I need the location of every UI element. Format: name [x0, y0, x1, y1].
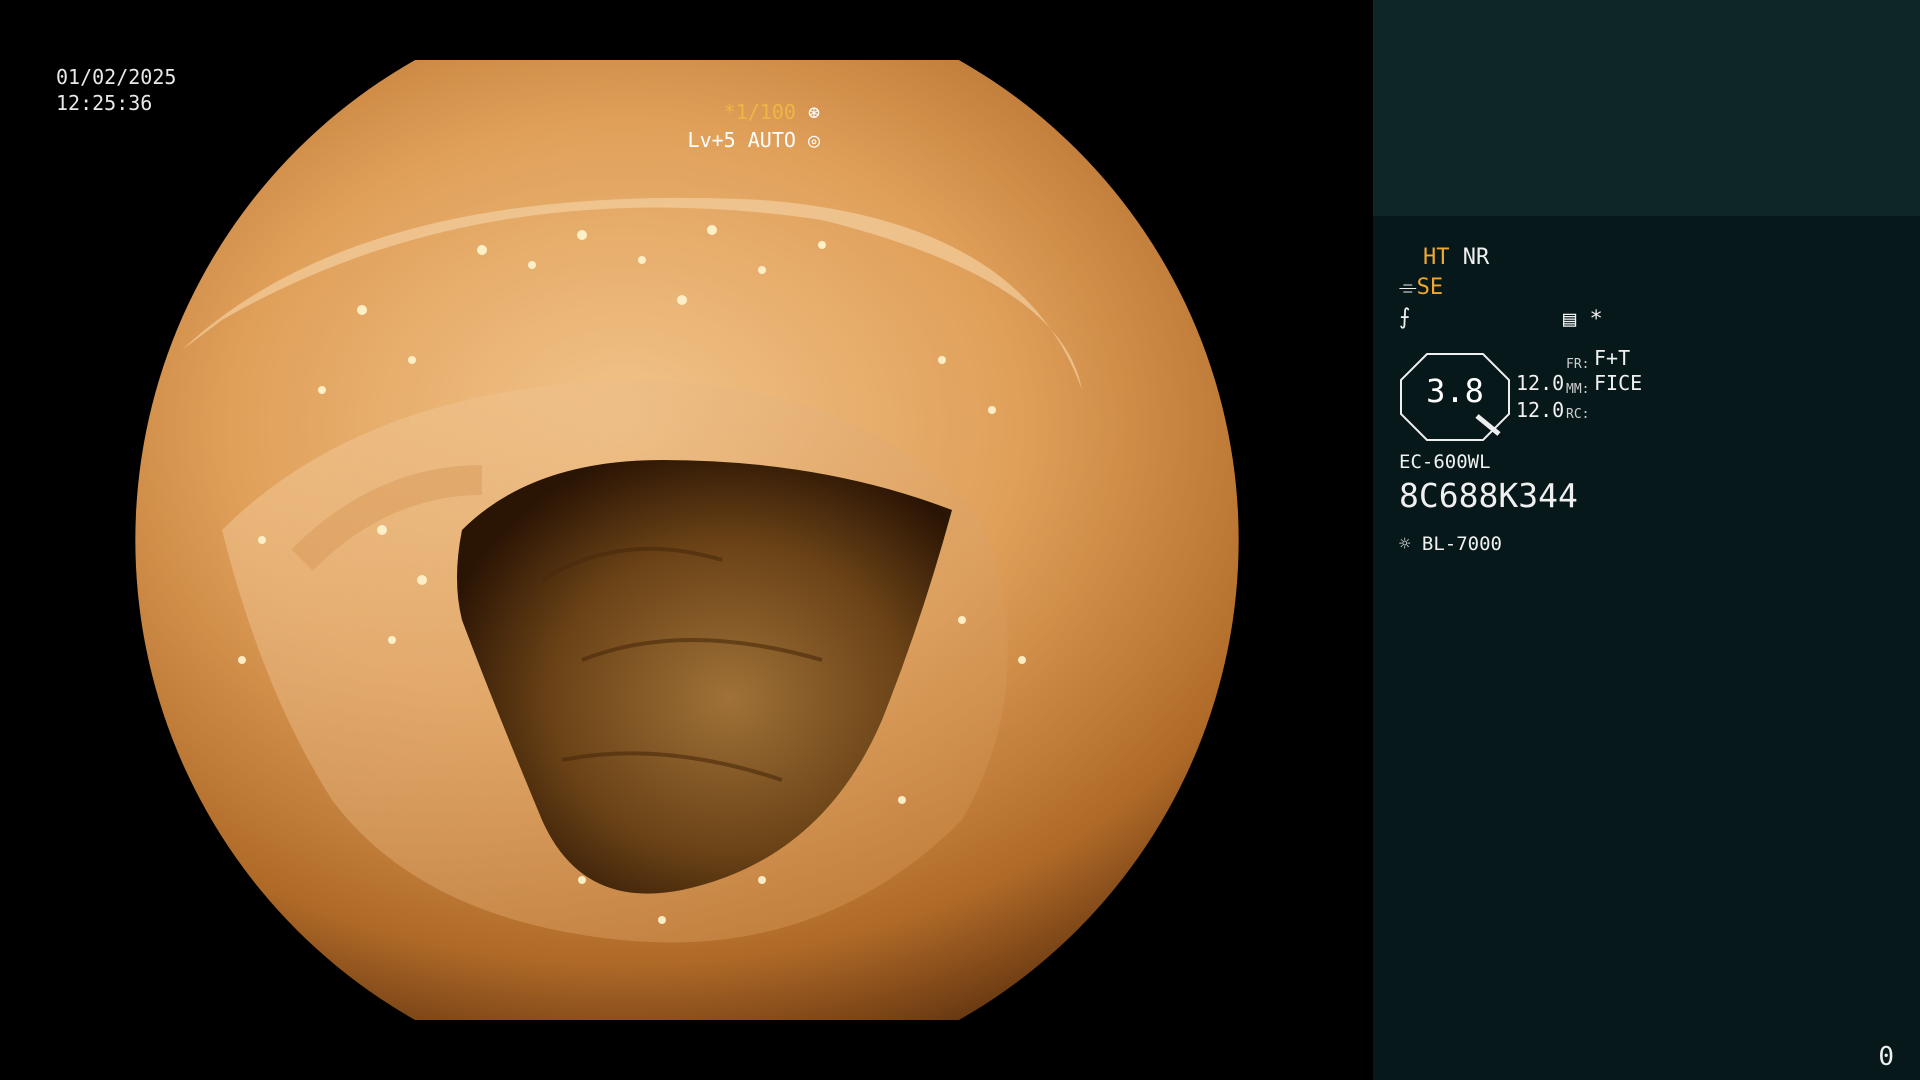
panel-header-area — [1373, 0, 1920, 216]
zoom-value: 3.8 — [1426, 372, 1484, 410]
structure-enhance-icon: ⌯ — [1399, 275, 1417, 300]
brightness-level: Lv+5 AUTO — [687, 128, 796, 152]
target-icon: ◎ — [807, 128, 820, 152]
scope-serial: 8C688K344 — [1399, 476, 1578, 515]
scope-model: EC-600WL — [1399, 451, 1491, 473]
light-source-row: ☼ BL-7000 — [1399, 530, 1502, 558]
endoscope-video-area: 01/02/2025 12:25:36 *1/100 ⊛ Lv+5 AUTO ◎ — [0, 0, 1373, 1080]
ht-label: HT — [1423, 245, 1450, 270]
ht-nr-row: HT NR — [1423, 244, 1489, 272]
light-source: BL-7000 — [1421, 533, 1502, 555]
aperture-icon: ⊛ — [807, 100, 820, 124]
label-column: FR: MM: RC: — [1566, 352, 1589, 427]
value-1: 12.0 — [1516, 371, 1565, 395]
settings-row: ▤ * — [1563, 306, 1603, 334]
settings-icon: ▤ — [1563, 307, 1577, 332]
shutter-speed: *1/100 — [723, 100, 796, 124]
corner-counter: 0 — [1878, 1042, 1894, 1072]
time-text: 12:25:36 — [56, 91, 153, 115]
se-row: ⌯SE — [1399, 274, 1443, 302]
asterisk-marker: * — [1589, 307, 1603, 332]
fr-mode: F+T — [1594, 346, 1631, 370]
color-mode-icon: ⨍ — [1399, 305, 1411, 330]
mode-column: F+T FICE — [1594, 346, 1642, 396]
date-text: 01/02/2025 — [56, 65, 177, 89]
fr-label: FR: — [1566, 357, 1590, 372]
mode-icon-row: ⨍ — [1399, 304, 1410, 332]
value-column: 12.0 12.0 — [1516, 370, 1564, 424]
rc-label: RC: — [1566, 407, 1590, 422]
exposure-info: *1/100 ⊛ Lv+5 AUTO ◎ — [688, 98, 820, 154]
mm-label: MM: — [1566, 382, 1590, 397]
zoom-indicator: 3.8 — [1399, 352, 1511, 442]
nr-label: NR — [1462, 245, 1490, 270]
colon-lumen-image — [135, 60, 1239, 1020]
value-2: 12.0 — [1516, 398, 1565, 422]
lamp-icon: ☼ — [1399, 533, 1411, 555]
endoscopic-image — [135, 60, 1239, 1020]
info-panel: HT NR ⌯SE ⨍ ▤ * 3.8 12.0 12.0 FR: MM: RC… — [1373, 0, 1920, 1080]
mm-mode: FICE — [1594, 371, 1643, 395]
se-label: SE — [1416, 275, 1444, 300]
timestamp: 01/02/2025 12:25:36 — [56, 64, 176, 116]
